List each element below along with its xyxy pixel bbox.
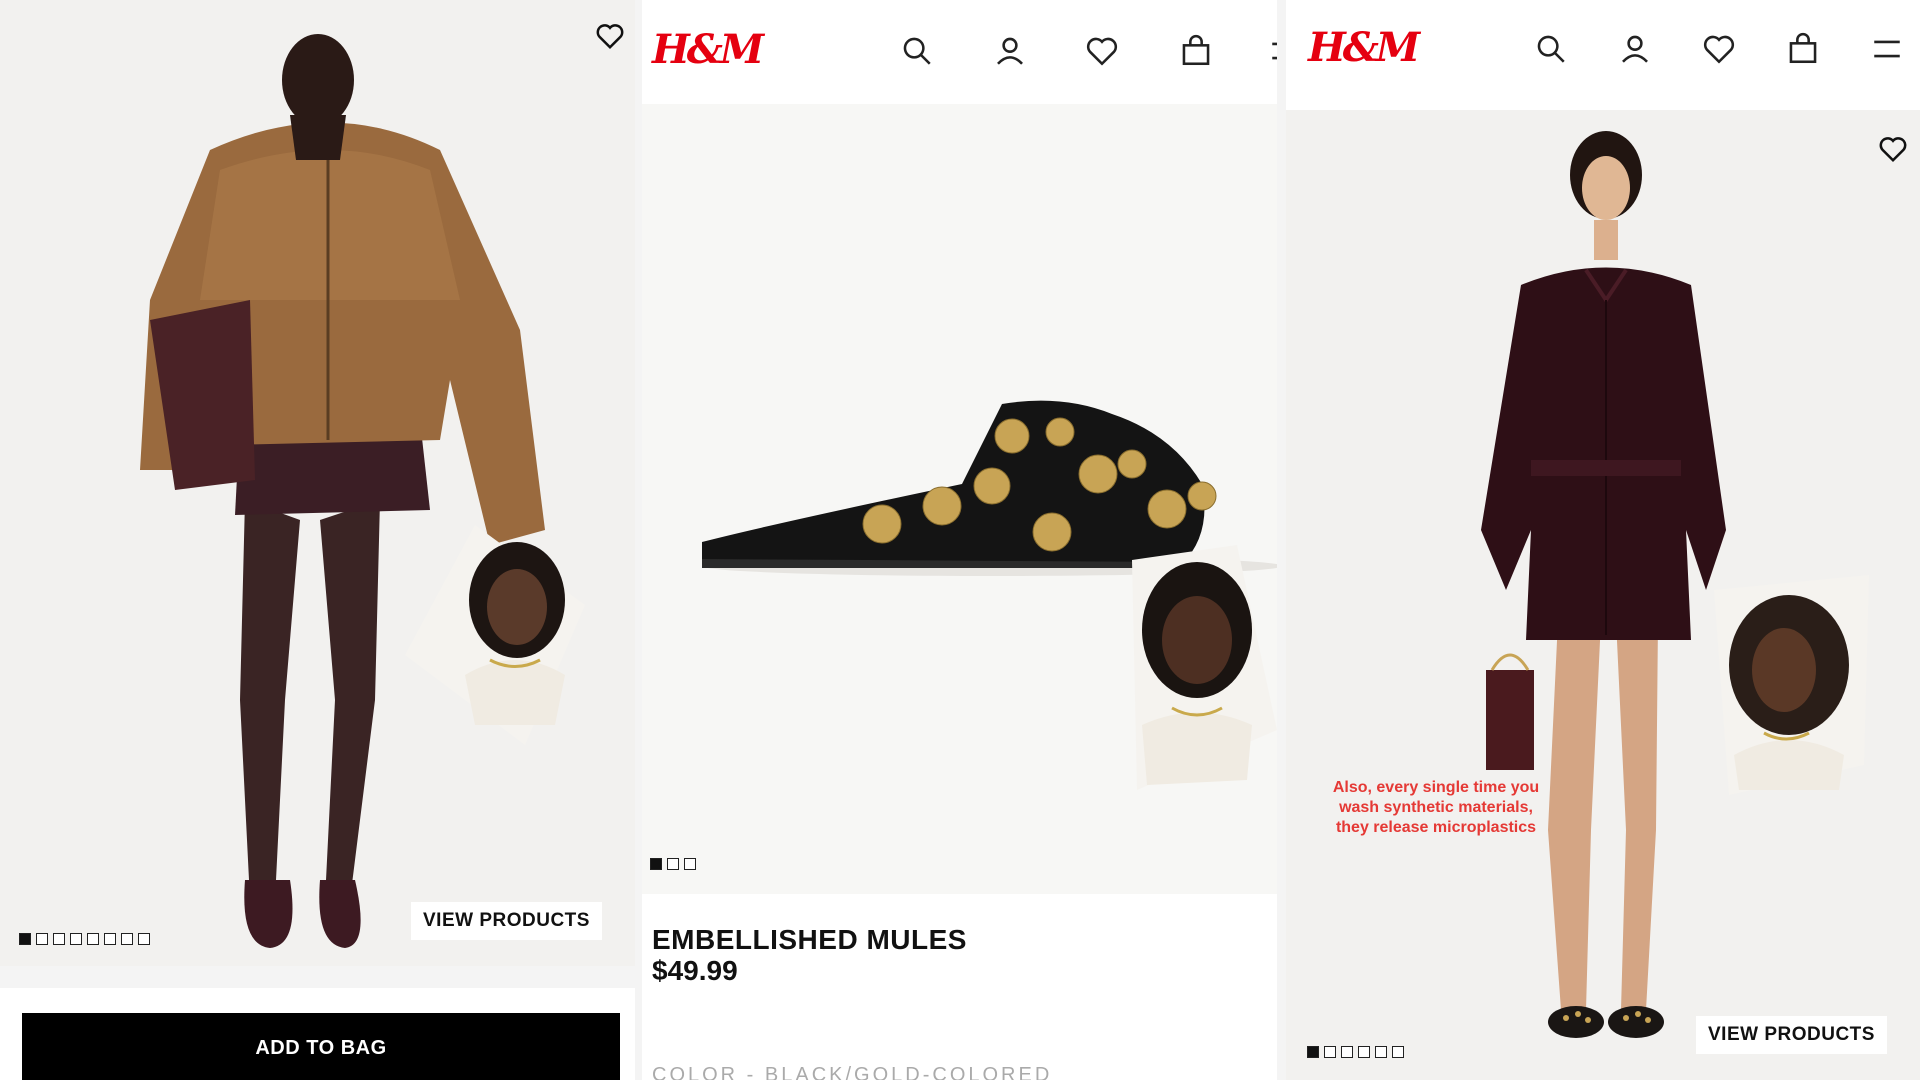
carousel-dot[interactable] xyxy=(138,933,150,945)
carousel-dot[interactable] xyxy=(36,933,48,945)
product-image-fur-jacket[interactable] xyxy=(0,0,635,966)
site-header: H&M xyxy=(1286,0,1920,110)
wishlist-heart-icon[interactable] xyxy=(1702,32,1736,66)
carousel-dot[interactable] xyxy=(1375,1046,1387,1058)
creator-avatar xyxy=(405,525,595,745)
carousel-dot[interactable] xyxy=(53,933,65,945)
leather-dress-panel: H&M Also, every single time you wash syn… xyxy=(1286,0,1920,1080)
view-products-button[interactable]: VIEW PRODUCTS xyxy=(1696,1016,1887,1054)
product-color: COLOR - BLACK/GOLD-COLORED xyxy=(652,1064,1053,1080)
shopping-bag-icon[interactable] xyxy=(1179,34,1213,68)
account-icon[interactable] xyxy=(1618,32,1652,66)
carousel-dot[interactable] xyxy=(19,933,31,945)
wishlist-heart-icon[interactable] xyxy=(1085,34,1119,68)
product-name: EMBELLISHED MULES xyxy=(652,924,967,955)
carousel-dot[interactable] xyxy=(70,933,82,945)
carousel-dot[interactable] xyxy=(104,933,116,945)
creator-avatar xyxy=(1704,575,1874,800)
carousel-dot[interactable] xyxy=(1324,1046,1336,1058)
product-price: $49.99 xyxy=(652,955,738,986)
favorite-heart-icon[interactable] xyxy=(1878,134,1908,164)
carousel-dot[interactable] xyxy=(121,933,133,945)
site-header: H&M xyxy=(642,0,1277,104)
search-icon[interactable] xyxy=(1534,32,1568,66)
favorite-heart-icon[interactable] xyxy=(595,21,625,51)
carousel-dot[interactable] xyxy=(1358,1046,1370,1058)
menu-icon[interactable] xyxy=(1870,32,1904,66)
carousel-dots xyxy=(1307,1046,1404,1058)
fur-jacket-panel: VIEW PRODUCTS ADD TO BAG xyxy=(0,0,635,1080)
search-icon[interactable] xyxy=(900,34,934,68)
carousel-dots xyxy=(650,858,696,870)
video-caption: Also, every single time you wash synthet… xyxy=(1332,779,1540,836)
menu-icon[interactable] xyxy=(1268,34,1277,68)
add-to-bag-button[interactable]: ADD TO BAG xyxy=(22,1013,620,1080)
carousel-dot[interactable] xyxy=(1307,1046,1319,1058)
carousel-dot[interactable] xyxy=(667,858,679,870)
creator-avatar xyxy=(1072,540,1277,800)
panel-divider xyxy=(1277,0,1286,1080)
shopping-bag-icon[interactable] xyxy=(1786,32,1820,66)
panel-divider xyxy=(635,0,642,1080)
carousel-dot[interactable] xyxy=(684,858,696,870)
hm-logo[interactable]: H&M xyxy=(652,26,764,73)
carousel-dot[interactable] xyxy=(87,933,99,945)
section-divider xyxy=(0,966,635,988)
mules-product-panel: H&M EMBELLISHED MULES $49.99 COLOR - BLA… xyxy=(642,0,1277,1080)
carousel-dots xyxy=(19,933,150,945)
carousel-dot[interactable] xyxy=(1392,1046,1404,1058)
carousel-dot[interactable] xyxy=(650,858,662,870)
account-icon[interactable] xyxy=(993,34,1027,68)
hm-logo[interactable]: H&M xyxy=(1308,24,1420,71)
carousel-dot[interactable] xyxy=(1341,1046,1353,1058)
view-products-button[interactable]: VIEW PRODUCTS xyxy=(411,902,602,940)
